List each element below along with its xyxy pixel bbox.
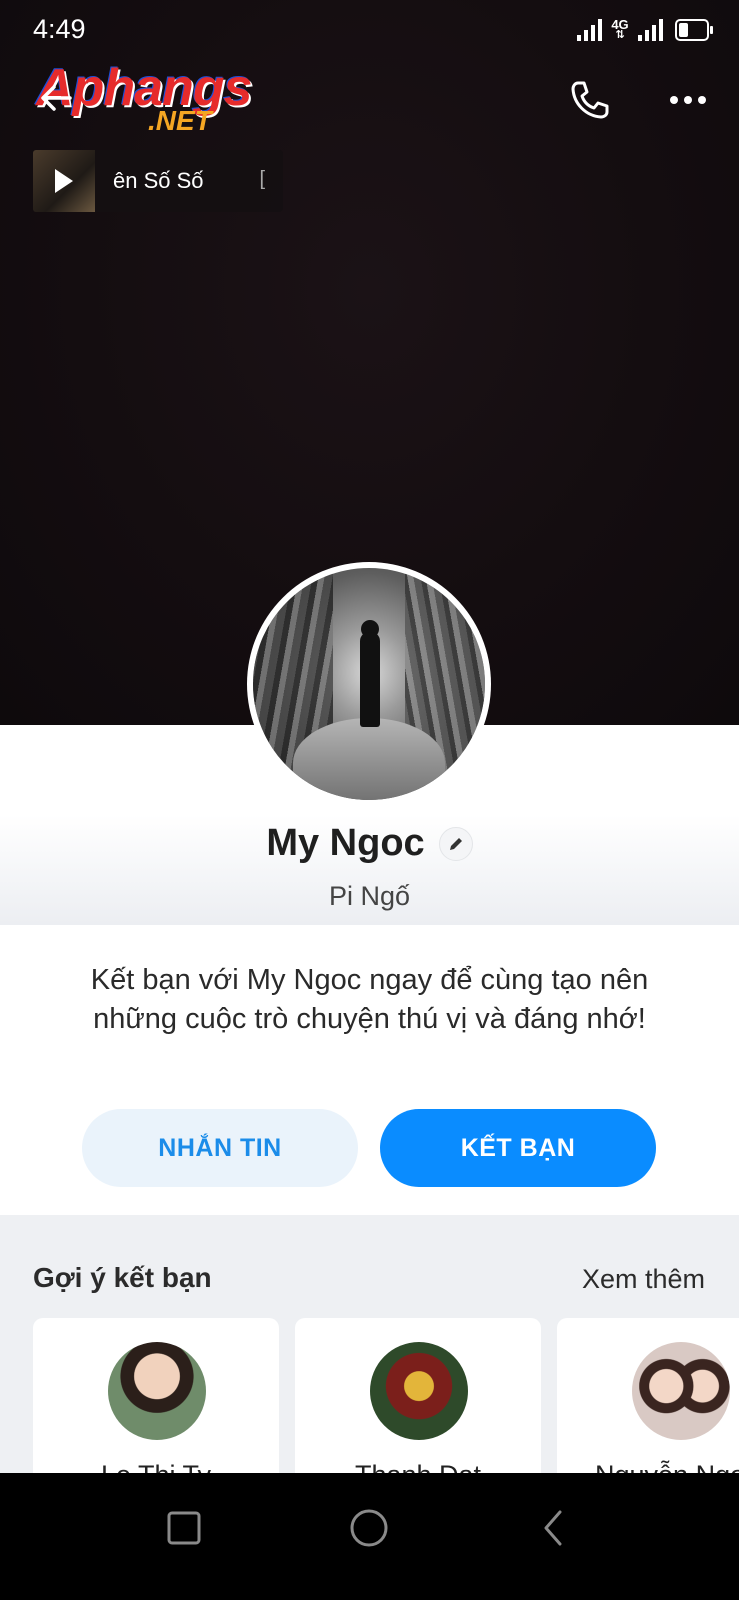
play-icon xyxy=(55,169,73,193)
suggestions-title: Gợi ý kết bạn xyxy=(33,1262,212,1293)
signal-icon-2 xyxy=(638,17,663,41)
back-button[interactable] xyxy=(36,78,76,118)
profile-name-row: My Ngoc xyxy=(0,822,739,865)
system-nav-bar xyxy=(0,1473,739,1600)
suggestion-card[interactable]: Le Thi Ty xyxy=(33,1318,279,1473)
call-button[interactable] xyxy=(568,78,612,122)
suggestion-name: Thanh Dat xyxy=(295,1460,541,1473)
suggestion-avatar[interactable] xyxy=(370,1342,468,1440)
circle-icon xyxy=(350,1509,388,1547)
network-type-icon: 4G ⇅ xyxy=(611,17,629,41)
status-bar: 4:49 4G ⇅ xyxy=(0,0,739,60)
message-button[interactable]: NHẮN TIN xyxy=(82,1109,358,1187)
home-button[interactable] xyxy=(344,1503,394,1553)
status-icons: 4G ⇅ xyxy=(577,17,713,41)
edit-name-button[interactable] xyxy=(438,826,473,861)
music-title-overflow: [ xyxy=(259,168,265,190)
suggestion-card[interactable]: Thanh Dat xyxy=(295,1318,541,1473)
music-title: ên Số Số xyxy=(113,168,204,193)
suggestion-card[interactable]: Nguyễn Ngọ xyxy=(557,1318,739,1473)
more-horizontal-icon xyxy=(670,96,706,104)
profile-avatar[interactable] xyxy=(247,562,491,806)
battery-icon xyxy=(675,19,713,41)
suggestion-name: Le Thi Ty xyxy=(33,1460,279,1473)
recent-apps-button[interactable] xyxy=(159,1503,209,1553)
suggestion-avatar[interactable] xyxy=(632,1342,730,1440)
friend-request-card: Kết bạn với My Ngoc ngay để cùng tạo nên… xyxy=(0,925,739,1215)
profile-name: My Ngoc xyxy=(266,822,425,864)
suggestions-list: Le Thi Ty Thanh Dat Nguyễn Ngọ xyxy=(33,1318,739,1473)
profile-nickname: Pi Ngố xyxy=(328,881,411,911)
status-time: 4:49 xyxy=(33,14,86,44)
suggestion-name: Nguyễn Ngọ xyxy=(595,1460,739,1473)
phone-icon xyxy=(571,81,609,119)
friend-invite-text: Kết bạn với My Ngoc ngay để cùng tạo nên… xyxy=(90,964,649,1035)
triangle-back-icon xyxy=(544,1510,562,1546)
system-back-button[interactable] xyxy=(528,1503,578,1553)
pencil-icon xyxy=(449,837,462,850)
add-friend-button[interactable]: KẾT BẠN xyxy=(380,1109,656,1187)
profile-music-chip[interactable]: ên Số Số [ xyxy=(33,150,283,212)
watermark-subtext: .NET xyxy=(148,105,212,136)
see-more-link[interactable]: Xem thêm xyxy=(582,1264,705,1295)
music-thumbnail xyxy=(33,150,95,212)
square-icon xyxy=(167,1511,201,1545)
suggestion-avatar[interactable] xyxy=(108,1342,206,1440)
signal-icon xyxy=(577,17,602,41)
arrow-left-icon xyxy=(41,85,72,111)
avatar-image xyxy=(253,568,485,800)
more-button[interactable] xyxy=(668,90,708,110)
